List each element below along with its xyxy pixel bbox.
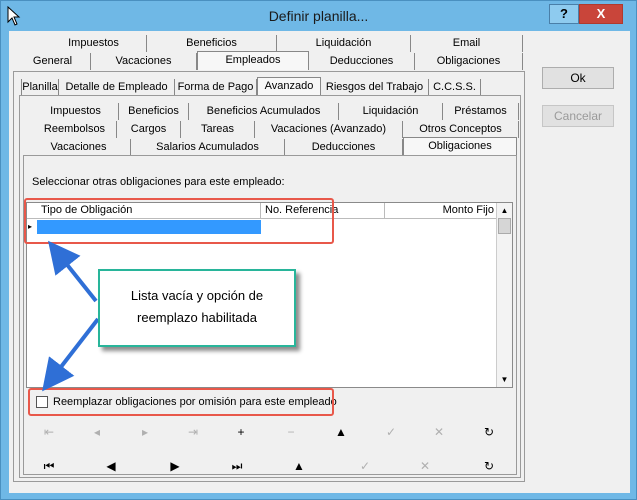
- arrow-to-checkbox: [42, 317, 100, 392]
- annotation-arrows: [42, 240, 100, 392]
- arrow-to-list: [48, 240, 98, 303]
- annotation-callout: Lista vacía y opción de reemplazo habili…: [98, 269, 296, 347]
- dialog-window: Definir planilla... ? X Impuestos Benefi…: [0, 0, 637, 500]
